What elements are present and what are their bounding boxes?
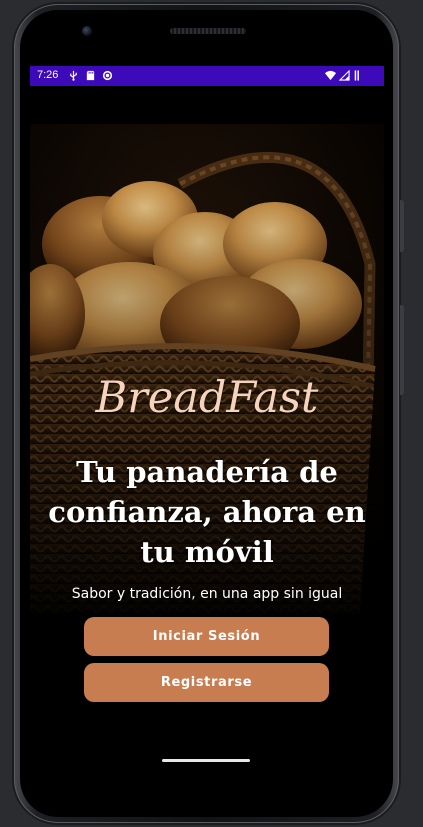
status-time: 7:26 xyxy=(37,69,59,81)
wifi-icon xyxy=(325,70,336,81)
sync-circle-icon xyxy=(102,70,113,81)
app-screen: 7:26 BreadFast Tu panadería de confianza… xyxy=(30,66,384,798)
sd-card-icon xyxy=(86,70,95,81)
signal-icon xyxy=(339,70,350,81)
power-button xyxy=(400,305,404,395)
app-logo: BreadFast xyxy=(95,373,319,423)
battery-icon xyxy=(354,70,359,81)
earpiece-speaker xyxy=(170,28,246,34)
login-button[interactable]: Iniciar Sesión xyxy=(84,617,329,656)
volume-button xyxy=(400,200,404,252)
usb-debug-icon xyxy=(70,70,77,81)
home-indicator[interactable] xyxy=(162,759,250,762)
headline: Tu panadería de confianza, ahora en tu m… xyxy=(48,455,366,569)
status-bar: 7:26 xyxy=(30,66,384,86)
front-camera-icon xyxy=(82,26,92,36)
register-button[interactable]: Registrarse xyxy=(84,663,329,702)
tagline: Sabor y tradición, en una app sin igual xyxy=(71,586,343,602)
